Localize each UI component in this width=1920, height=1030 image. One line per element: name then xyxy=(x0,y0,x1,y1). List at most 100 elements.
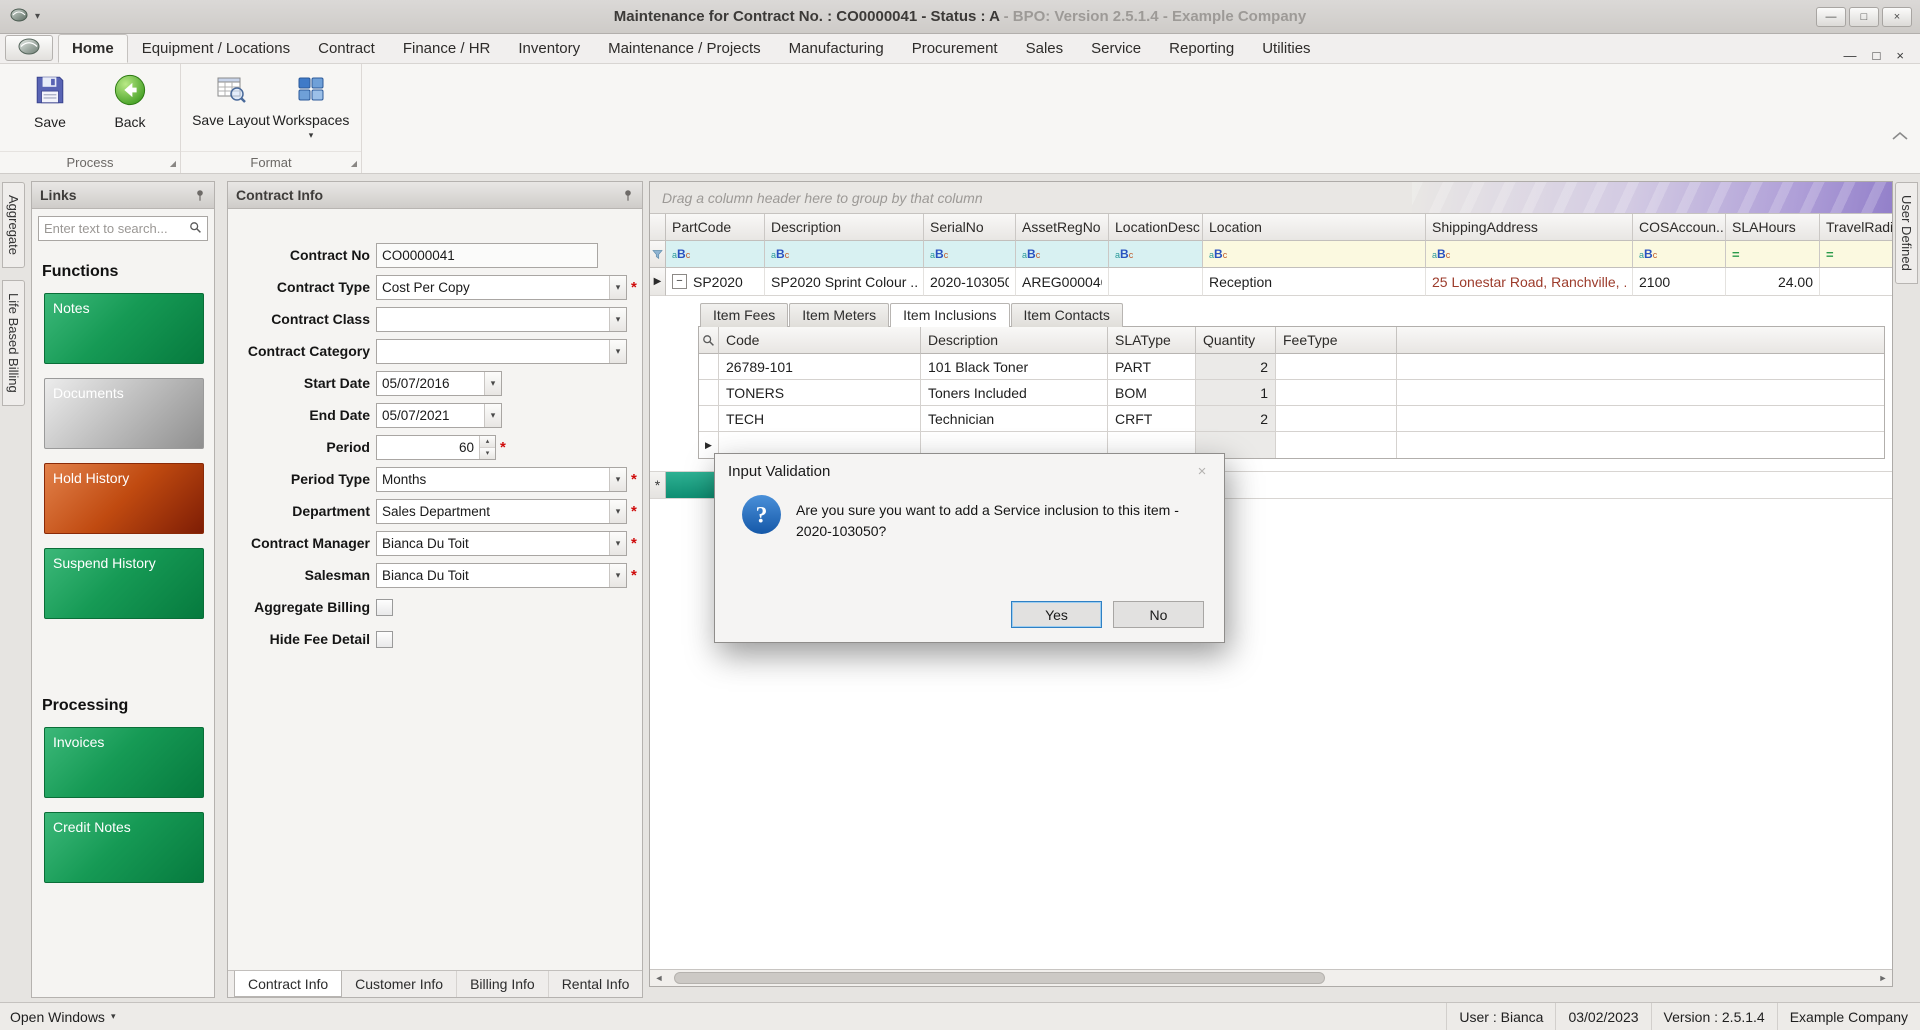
filter-cell-cosaccoun[interactable]: aBc xyxy=(1633,241,1726,268)
detail-search-icon[interactable] xyxy=(699,327,719,354)
cell-partcode[interactable]: −SP2020 xyxy=(666,268,765,296)
close-button[interactable]: × xyxy=(1882,7,1912,27)
dropdown-arrow-icon[interactable]: ▾ xyxy=(609,564,626,587)
dropdown-arrow-icon[interactable]: ▾ xyxy=(609,532,626,555)
field-salesman[interactable]: Bianca Du Toit▾ xyxy=(376,563,627,588)
menu-tab-manufacturing[interactable]: Manufacturing xyxy=(775,34,898,63)
column-header-travelradiu[interactable]: TravelRadiu... xyxy=(1820,214,1892,241)
filter-cell-assetregno[interactable]: aBc xyxy=(1016,241,1109,268)
ribbon-collapse-icon[interactable] xyxy=(1892,127,1908,143)
spin-up-icon[interactable]: ▴ xyxy=(480,436,495,448)
search-input[interactable] xyxy=(44,221,189,236)
column-header-assetregno[interactable]: AssetRegNo xyxy=(1016,214,1109,241)
mdi-restore-button[interactable]: □ xyxy=(1873,48,1881,63)
menu-tab-service[interactable]: Service xyxy=(1077,34,1155,63)
workspaces-button[interactable]: Workspaces ▾ xyxy=(271,69,351,149)
link-button-suspend-history[interactable]: Suspend History xyxy=(44,548,204,619)
collapse-row-icon[interactable]: − xyxy=(672,274,687,289)
pin-icon[interactable] xyxy=(622,189,634,202)
cell-assetregno[interactable]: AREG000046 xyxy=(1016,268,1109,296)
field-start-date[interactable]: 05/07/2016▾ xyxy=(376,371,502,396)
dialog-launcher-icon[interactable]: ◢ xyxy=(351,159,357,168)
scroll-left-arrow-icon[interactable]: ◄ xyxy=(650,970,668,986)
horizontal-scrollbar[interactable]: ◄ ► xyxy=(650,969,1892,986)
field-contract-type[interactable]: Cost Per Copy▾ xyxy=(376,275,627,300)
dropdown-arrow-icon[interactable]: ▾ xyxy=(609,276,626,299)
filter-cell-locationdesc[interactable]: aBc xyxy=(1109,241,1203,268)
filter-cell-serialno[interactable]: aBc xyxy=(924,241,1016,268)
cell-serialno[interactable]: 2020-103050 xyxy=(924,268,1016,296)
cell-locationdesc[interactable] xyxy=(1109,268,1203,296)
field-department[interactable]: Sales Department▾ xyxy=(376,499,627,524)
detail-tab-item-meters[interactable]: Item Meters xyxy=(789,303,889,327)
scroll-right-arrow-icon[interactable]: ► xyxy=(1874,970,1892,986)
field-contract-no[interactable]: CO0000041 xyxy=(376,243,598,268)
detail-column-description[interactable]: Description xyxy=(921,327,1108,354)
cell-location[interactable]: Reception xyxy=(1203,268,1426,296)
cell-cosaccoun[interactable]: 2100 xyxy=(1633,268,1726,296)
menu-tab-utilities[interactable]: Utilities xyxy=(1248,34,1324,63)
dropdown-arrow-icon[interactable]: ▾ xyxy=(484,404,501,427)
spin-down-icon[interactable]: ▾ xyxy=(480,448,495,459)
grid-data-row[interactable]: ▶−SP2020SP2020 Sprint Colour ...2020-103… xyxy=(650,268,1892,296)
cell-description[interactable]: SP2020 Sprint Colour ... xyxy=(765,268,924,296)
filter-cell-partcode[interactable]: aBc xyxy=(666,241,765,268)
minimize-button[interactable]: — xyxy=(1816,7,1846,27)
save-layout-button[interactable]: Save Layout xyxy=(191,69,271,149)
menu-tab-home[interactable]: Home xyxy=(58,34,128,63)
column-header-description[interactable]: Description xyxy=(765,214,924,241)
field-contract-manager[interactable]: Bianca Du Toit▾ xyxy=(376,531,627,556)
dock-tab-life-based-billing[interactable]: Life Based Billing xyxy=(2,280,25,406)
spinner-buttons[interactable]: ▴▾ xyxy=(479,436,495,459)
link-button-notes[interactable]: Notes xyxy=(44,293,204,364)
dropdown-arrow-icon[interactable]: ▾ xyxy=(609,468,626,491)
menu-tab-inventory[interactable]: Inventory xyxy=(504,34,594,63)
detail-tab-item-inclusions[interactable]: Item Inclusions xyxy=(890,303,1009,327)
menu-tab-reporting[interactable]: Reporting xyxy=(1155,34,1248,63)
detail-tab-item-contacts[interactable]: Item Contacts xyxy=(1011,303,1123,327)
detail-row[interactable]: TONERSToners IncludedBOM1 xyxy=(699,380,1884,406)
field-period[interactable]: 60▴▾ xyxy=(376,435,496,460)
maximize-button[interactable]: □ xyxy=(1849,7,1879,27)
dialog-launcher-icon[interactable]: ◢ xyxy=(170,159,176,168)
mdi-close-button[interactable]: × xyxy=(1896,48,1904,63)
dropdown-arrow-icon[interactable]: ▾ xyxy=(609,500,626,523)
detail-column-slatype[interactable]: SLAType xyxy=(1108,327,1196,354)
filter-cell-shippingaddress[interactable]: aBc xyxy=(1426,241,1633,268)
field-contract-class[interactable]: ▾ xyxy=(376,307,627,332)
contract-tab-customer-info[interactable]: Customer Info xyxy=(342,971,457,997)
dropdown-arrow-icon[interactable]: ▾ xyxy=(609,340,626,363)
cell-slahours[interactable]: 24.00 xyxy=(1726,268,1820,296)
column-header-serialno[interactable]: SerialNo xyxy=(924,214,1016,241)
field-contract-category[interactable]: ▾ xyxy=(376,339,627,364)
dropdown-arrow-icon[interactable]: ▾ xyxy=(609,308,626,331)
scrollbar-track[interactable] xyxy=(668,970,1874,986)
menu-tab-procurement[interactable]: Procurement xyxy=(898,34,1012,63)
yes-button[interactable]: Yes xyxy=(1011,601,1102,628)
cell-shippingaddress[interactable]: 25 Lonestar Road, Ranchville, ... xyxy=(1426,268,1633,296)
menu-tab-contract[interactable]: Contract xyxy=(304,34,389,63)
open-windows-button[interactable]: Open Windows ▾ xyxy=(0,1009,115,1025)
link-button-credit-notes[interactable]: Credit Notes xyxy=(44,812,204,883)
column-header-slahours[interactable]: SLAHours xyxy=(1726,214,1820,241)
filter-cell-slahours[interactable]: = xyxy=(1726,241,1820,268)
detail-column-quantity[interactable]: Quantity xyxy=(1196,327,1276,354)
link-button-invoices[interactable]: Invoices xyxy=(44,727,204,798)
search-icon[interactable] xyxy=(189,221,202,237)
quick-access-caret-icon[interactable]: ▾ xyxy=(35,11,40,22)
link-button-documents[interactable]: Documents xyxy=(44,378,204,449)
column-header-partcode[interactable]: PartCode xyxy=(666,214,765,241)
cell-travelradiu[interactable] xyxy=(1820,268,1892,296)
field-aggregate-billing[interactable] xyxy=(376,599,393,616)
column-header-locationdesc[interactable]: LocationDesc xyxy=(1109,214,1203,241)
back-button[interactable]: Back xyxy=(90,69,170,149)
field-end-date[interactable]: 05/07/2021▾ xyxy=(376,403,502,428)
dock-tab-user-defined[interactable]: User Defined xyxy=(1895,182,1918,284)
group-by-bar[interactable]: Drag a column header here to group by th… xyxy=(650,182,1892,214)
contract-tab-billing-info[interactable]: Billing Info xyxy=(457,971,549,997)
detail-column-feetype[interactable]: FeeType xyxy=(1276,327,1397,354)
filter-cell-travelradiu[interactable]: = xyxy=(1820,241,1892,268)
menu-tab-finance-hr[interactable]: Finance / HR xyxy=(389,34,505,63)
filter-cell-description[interactable]: aBc xyxy=(765,241,924,268)
mdi-minimize-button[interactable]: — xyxy=(1844,48,1857,63)
